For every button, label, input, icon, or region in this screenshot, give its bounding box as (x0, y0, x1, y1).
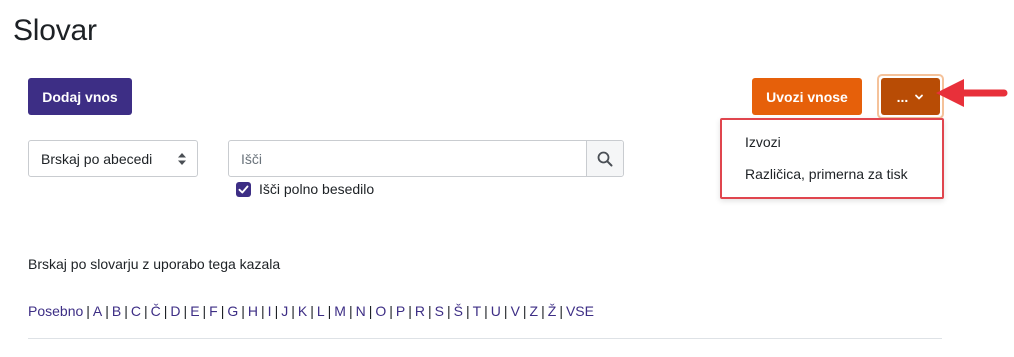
more-actions-label: ... (896, 88, 909, 105)
alphabet-link[interactable]: T (473, 303, 482, 319)
alphabet-link[interactable]: B (112, 303, 121, 319)
alphabet-link[interactable]: Č (151, 303, 161, 319)
alphabet-separator: | (408, 303, 412, 319)
alphabet-link[interactable]: N (356, 303, 366, 319)
alphabet-separator: | (541, 303, 545, 319)
alphabet-separator: | (522, 303, 527, 319)
alphabet-link[interactable]: F (209, 303, 218, 319)
search-icon (597, 151, 613, 166)
alphabet-separator: | (144, 303, 148, 319)
alphabet-link[interactable]: P (396, 303, 405, 319)
alphabet-index: Posebno | A | B | C | Č | D | E | F | G | H | I | J | K | L | M | N | O |… (28, 303, 594, 319)
alphabet-link[interactable]: J (281, 303, 288, 319)
alphabet-link[interactable]: G (227, 303, 238, 319)
browse-hint: Brskaj po slovarju z uporabo tega kazala (28, 256, 281, 272)
alphabet-separator: | (503, 303, 508, 319)
alphabet-link[interactable]: K (298, 303, 307, 319)
alphabet-separator: | (124, 303, 128, 319)
alphabet-separator: | (559, 303, 563, 319)
menu-item-export[interactable]: Izvozi (745, 134, 781, 150)
alphabet-separator: | (310, 303, 314, 319)
alphabet-link[interactable]: R (415, 303, 425, 319)
alphabet-separator: | (183, 303, 188, 319)
alphabet-separator: | (105, 303, 109, 319)
alphabet-link[interactable]: Š (454, 303, 463, 319)
alphabet-link[interactable]: VSE (566, 303, 594, 319)
checkmark-icon (238, 185, 249, 193)
alphabet-link[interactable]: O (375, 303, 386, 319)
fulltext-option[interactable]: Išči polno besedilo (236, 181, 374, 197)
alphabet-separator: | (446, 303, 451, 319)
alphabet-separator: | (327, 303, 332, 319)
alphabet-separator: | (368, 303, 373, 319)
browse-mode-select[interactable]: Brskaj po abecedi (28, 140, 198, 177)
alphabet-link[interactable]: Ž (548, 303, 557, 319)
add-entry-button[interactable]: Dodaj vnos (28, 78, 132, 115)
alphabet-link[interactable]: M (334, 303, 346, 319)
alphabet-separator: | (389, 303, 393, 319)
alphabet-link[interactable]: S (435, 303, 444, 319)
chevron-down-icon (915, 94, 924, 99)
alphabet-link[interactable]: H (248, 303, 258, 319)
alphabet-link[interactable]: D (170, 303, 180, 319)
search-box (228, 140, 624, 177)
divider (28, 338, 942, 339)
alphabet-separator: | (86, 303, 90, 319)
fulltext-label: Išči polno besedilo (259, 181, 375, 197)
alphabet-link[interactable]: E (190, 303, 199, 319)
select-arrows-icon (178, 153, 186, 165)
alphabet-separator: | (348, 303, 353, 319)
alphabet-link[interactable]: Z (530, 303, 539, 319)
search-input[interactable] (229, 141, 587, 176)
alphabet-separator: | (220, 303, 225, 319)
menu-item-print-version[interactable]: Različica, primerna za tisk (745, 166, 908, 182)
import-entries-button[interactable]: Uvozi vnose (752, 78, 862, 115)
browse-mode-value: Brskaj po abecedi (41, 150, 153, 167)
alphabet-separator: | (291, 303, 295, 319)
alphabet-link[interactable]: A (93, 303, 102, 319)
page-title: Slovar (13, 14, 97, 47)
alphabet-separator: | (465, 303, 470, 319)
more-actions-menu: Izvozi Različica, primerna za tisk (720, 118, 944, 199)
alphabet-separator: | (484, 303, 488, 319)
alphabet-link[interactable]: V (511, 303, 520, 319)
alphabet-separator: | (163, 303, 168, 319)
annotation-arrow-icon (936, 79, 1008, 107)
alphabet-separator: | (274, 303, 279, 319)
alphabet-link[interactable]: I (268, 303, 272, 319)
alphabet-separator: | (241, 303, 245, 319)
alphabet-link[interactable]: L (317, 303, 325, 319)
alphabet-link[interactable]: C (131, 303, 141, 319)
search-button[interactable] (586, 141, 623, 176)
alphabet-separator: | (427, 303, 432, 319)
alphabet-separator: | (202, 303, 207, 319)
alphabet-link[interactable]: U (491, 303, 501, 319)
alphabet-link[interactable]: Posebno (28, 303, 83, 319)
fulltext-checkbox[interactable] (236, 181, 251, 197)
alphabet-separator: | (261, 303, 265, 319)
